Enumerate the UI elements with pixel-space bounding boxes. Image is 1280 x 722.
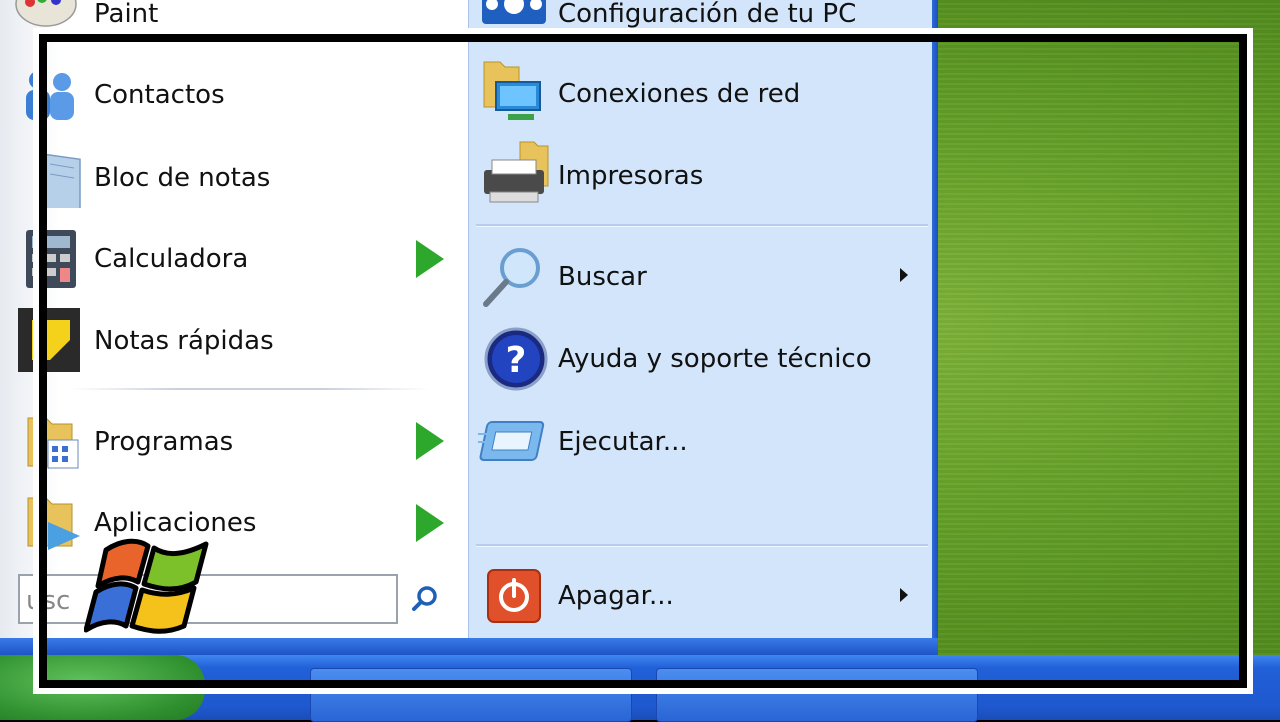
applications-folder-icon [27,497,80,550]
taskbar-window-button[interactable] [310,668,632,722]
menu-item-buscar[interactable]: Buscar [478,244,647,310]
menu-item-paint[interactable]: Paint [14,0,158,34]
taskbar-window-button[interactable] [656,668,978,722]
menu-item-bloc-de-notas[interactable]: Bloc de notas [14,148,270,208]
menu-item-apagar[interactable]: Apagar... [478,566,674,626]
menu-item-calculadora[interactable]: Calculadora [14,228,248,290]
submenu-arrow-icon[interactable] [416,422,444,460]
menu-item-configuracion[interactable]: Configuración de tu PC [478,0,856,38]
menu-item-contactos[interactable]: Contactos [14,66,225,124]
menu-separator [70,388,430,390]
settings-gear-icon [482,0,546,24]
printer-icon [484,141,549,203]
help-question-icon: ? [484,327,548,391]
notepad-icon [43,153,81,208]
submenu-arrow-icon[interactable] [416,504,444,542]
network-connections-icon [483,61,541,120]
menu-separator [476,544,928,546]
menu-item-label: Programas [94,427,234,457]
submenu-arrow-icon[interactable] [416,240,444,278]
submenu-arrow-icon[interactable] [900,588,908,602]
power-icon [487,569,541,623]
menu-item-label: Buscar [558,262,647,292]
menu-item-conexiones-de-red[interactable]: Conexiones de red [478,58,800,130]
sticky-notes-icon [18,308,80,372]
menu-item-label: Ayuda y soporte técnico [558,344,872,374]
menu-item-label: Paint [94,0,159,29]
paint-palette-icon [15,0,77,27]
menu-item-ayuda[interactable]: ? Ayuda y soporte técnico [478,326,872,392]
calculator-icon [26,230,76,288]
menu-item-label: Configuración de tu PC [558,0,857,29]
programs-folder-icon [27,417,79,469]
svg-text:?: ? [506,340,527,381]
start-button[interactable] [0,655,205,720]
menu-item-label: Conexiones de red [558,79,801,109]
menu-item-label: Calculadora [94,244,249,274]
menu-separator [476,224,928,226]
magnifier-icon [483,248,540,307]
menu-item-label: Ejecutar... [558,427,688,457]
menu-item-programas[interactable]: Programas [14,412,233,472]
menu-item-ejecutar[interactable]: Ejecutar... [478,412,688,472]
menu-item-label: Impresoras [558,161,704,191]
menu-item-notas-rapidas[interactable]: Notas rápidas [14,308,274,374]
menu-item-label: Apagar... [558,581,674,611]
menu-item-label: Notas rápidas [94,326,274,356]
contacts-icon [26,71,74,120]
submenu-arrow-icon[interactable] [900,268,908,282]
menu-item-impresoras[interactable]: Impresoras [478,140,703,212]
menu-item-label: Contactos [94,80,225,110]
run-dialog-icon [478,421,545,461]
menu-item-label: Bloc de notas [94,163,271,193]
search-icon[interactable] [410,584,440,614]
windows-logo-icon [84,538,209,634]
start-menu-border [932,0,938,655]
